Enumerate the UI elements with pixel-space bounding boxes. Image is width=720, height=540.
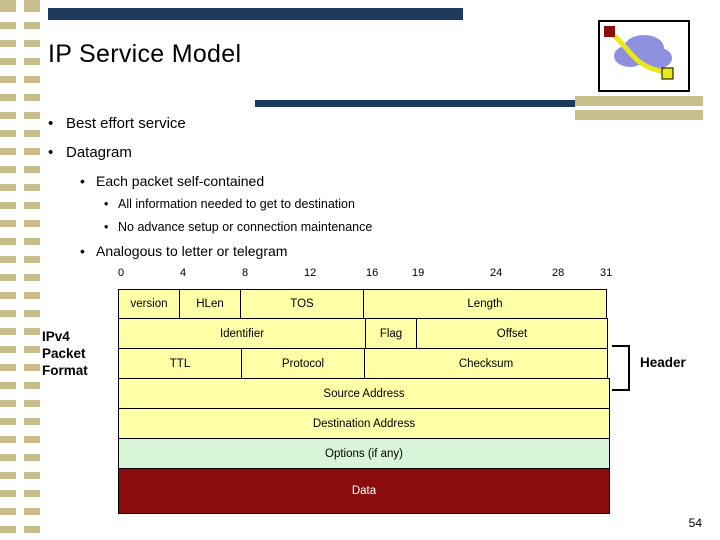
packet-row: version HLen TOS Length [118,289,610,319]
bit-ruler-tick: 28 [552,267,565,279]
bullet-text: Datagram [66,144,132,161]
packet-row: Destination Address [118,408,610,439]
bullet-text: All information needed to get to destina… [118,197,355,211]
bullet-analogous: • Analogous to letter or telegram [80,243,287,259]
bullet-marker-icon: • [104,197,109,211]
packet-field-version: version [118,289,180,319]
bullet-text: Each packet self-contained [96,173,265,189]
packet-field-identifier: Identifier [118,318,366,349]
packet-row: Data [118,468,610,515]
bit-ruler-tick: 8 [242,267,249,279]
right-accent-bar-bottom [575,110,703,120]
packet-row: Identifier Flag Offset [118,318,610,349]
bit-ruler-tick: 12 [304,267,317,279]
header-brace [612,345,630,391]
bullet-marker-icon: • [48,144,54,161]
packet-field-destination-address: Destination Address [118,408,610,439]
bullet-marker-icon: • [104,220,109,234]
packet-field-offset: Offset [416,318,608,349]
bullet-marker-icon: • [80,243,85,259]
packet-row: TTL Protocol Checksum [118,348,610,379]
bit-ruler-tick: 16 [366,267,379,279]
bullet-self-contained: • Each packet self-contained [80,173,264,189]
bit-ruler-tick: 0 [118,267,125,279]
right-accent-bar-top [575,96,703,106]
packet-field-protocol: Protocol [241,348,365,379]
packet-field-options-if-any: Options (if any) [118,438,610,469]
bullet-all-information: • All information needed to get to destin… [104,197,355,211]
packet-field-flag: Flag [365,318,417,349]
bullet-no-advance-setup: • No advance setup or connection maintena… [104,220,372,234]
bullet-text: Analogous to letter or telegram [96,243,288,259]
bullet-datagram: • Datagram [48,144,132,161]
packet-field-length: Length [363,289,607,319]
packet-row: Source Address [118,378,610,409]
packet-row: Options (if any) [118,438,610,469]
ipv4-packet-format-label: IPv4 Packet Format [42,328,88,379]
ipv4-label-line: IPv4 [42,329,70,344]
bullet-marker-icon: • [48,115,54,132]
ipv4-label-line: Format [42,363,88,378]
logo-box [598,20,690,92]
bit-ruler-tick: 4 [180,267,187,279]
bit-ruler: 0 4 8 12 16 19 24 28 31 [118,267,613,283]
bit-ruler-tick: 24 [490,267,503,279]
packet-field-ttl: TTL [118,348,242,379]
bullet-marker-icon: • [80,173,85,189]
packet-field-data: Data [118,468,610,514]
packet-field-source-address: Source Address [118,378,610,409]
cloud-network-icon [604,26,674,80]
bit-ruler-tick: 19 [412,267,425,279]
page-number: 54 [688,516,702,530]
title-underline-bar [255,100,575,107]
bullet-best-effort: • Best effort service [48,115,186,132]
packet-field-hlen: HLen [179,289,241,319]
header-label: Header [640,355,686,370]
left-decorative-stripes [0,0,40,540]
packet-field-tos: TOS [240,289,364,319]
stripe-vertical-gap [16,0,24,540]
page-title: IP Service Model [48,40,242,68]
header-bar [48,8,463,20]
ipv4-label-line: Packet [42,346,86,361]
ipv4-packet-diagram: version HLen TOS Length Identifier Flag Offset… [118,289,610,515]
packet-field-checksum: Checksum [364,348,608,379]
bullet-text: No advance setup or connection maintenan… [118,220,373,234]
bit-ruler-tick: 31 [600,267,613,279]
bullet-text: Best effort service [66,115,186,132]
